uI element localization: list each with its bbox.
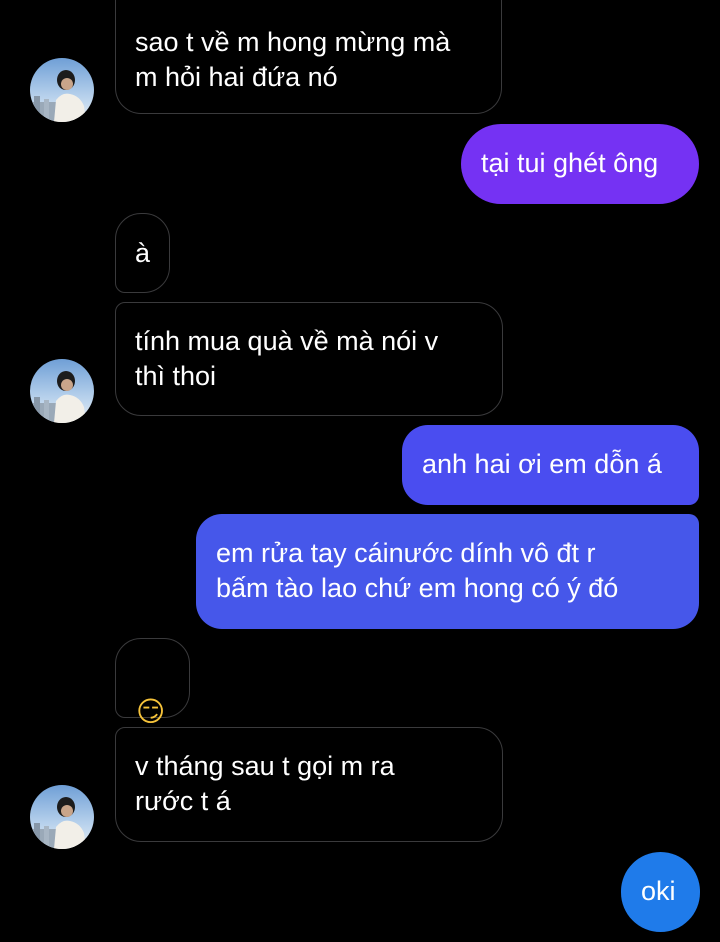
received-message-bubble[interactable]: 😏 bbox=[115, 638, 190, 728]
contact-photo-icon bbox=[30, 359, 94, 423]
received-message-bubble[interactable]: sao t về m hong mừng mà m hỏi hai đứa nó bbox=[115, 0, 502, 114]
contact-avatar[interactable] bbox=[30, 58, 94, 122]
sent-message-bubble[interactable]: anh hai ơi em dỗn á bbox=[402, 425, 699, 505]
sent-message-bubble[interactable]: oki bbox=[621, 852, 700, 932]
contact-photo-icon bbox=[30, 785, 94, 849]
smirk-emoji: 😏 bbox=[136, 695, 166, 728]
contact-photo-icon bbox=[30, 58, 94, 122]
received-message-bubble[interactable]: v tháng sau t gọi m ra rước t á bbox=[115, 727, 503, 842]
sent-message-bubble[interactable]: em rửa tay cáinước dính vô đt r bấm tào … bbox=[196, 514, 699, 629]
sent-message-bubble[interactable]: tại tui ghét ông bbox=[461, 124, 699, 204]
received-message-bubble[interactable]: à bbox=[115, 213, 170, 293]
contact-avatar[interactable] bbox=[30, 359, 94, 423]
contact-avatar[interactable] bbox=[30, 785, 94, 849]
received-message-bubble[interactable]: tính mua quà về mà nói v thì thoi bbox=[115, 302, 503, 416]
